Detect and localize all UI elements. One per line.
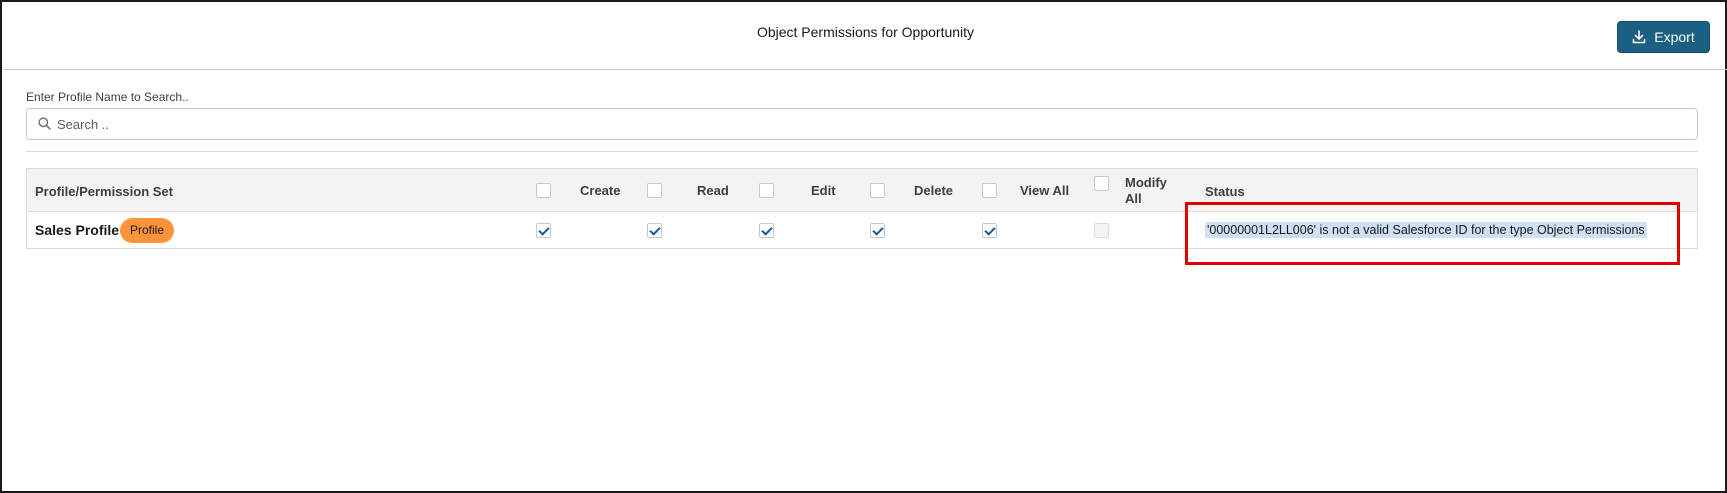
search-label: Enter Profile Name to Search.. bbox=[26, 90, 189, 104]
column-header-modify: Modify bbox=[1125, 175, 1167, 190]
select-all-create-checkbox[interactable] bbox=[536, 183, 551, 198]
column-header-read: Read bbox=[697, 183, 729, 198]
search-field[interactable] bbox=[26, 108, 1698, 140]
profile-type-badge: Profile bbox=[120, 218, 175, 243]
column-header-profile: Profile/Permission Set bbox=[35, 184, 173, 199]
page-title: Object Permissions for Opportunity bbox=[756, 24, 975, 40]
column-header-delete: Delete bbox=[914, 183, 954, 198]
select-all-edit-checkbox[interactable] bbox=[759, 183, 774, 198]
search-input[interactable] bbox=[57, 109, 1657, 139]
app-window: Object Permissions for Opportunity Expor… bbox=[0, 0, 1727, 493]
export-label: Export bbox=[1654, 29, 1695, 45]
annotation-highlight-box bbox=[1185, 202, 1680, 265]
delete-checkbox[interactable] bbox=[870, 223, 885, 238]
column-header-modify-all: All bbox=[1125, 191, 1142, 206]
select-all-delete-checkbox[interactable] bbox=[870, 183, 885, 198]
export-button[interactable]: Export bbox=[1617, 21, 1710, 53]
edit-checkbox[interactable] bbox=[759, 223, 774, 238]
select-all-modify-all-checkbox[interactable] bbox=[1094, 176, 1109, 191]
select-all-read-checkbox[interactable] bbox=[647, 183, 662, 198]
column-header-status: Status bbox=[1205, 184, 1245, 199]
modify-all-checkbox[interactable] bbox=[1094, 223, 1109, 238]
divider bbox=[26, 151, 1698, 152]
view-all-checkbox[interactable] bbox=[982, 223, 997, 238]
read-checkbox[interactable] bbox=[647, 223, 662, 238]
profile-name: Sales Profile bbox=[35, 222, 120, 238]
column-header-view-all: View All bbox=[1020, 183, 1070, 198]
select-all-view-all-checkbox[interactable] bbox=[982, 183, 997, 198]
page-header: Object Permissions for Opportunity Expor… bbox=[4, 4, 1727, 70]
column-header-create: Create bbox=[580, 183, 621, 198]
create-checkbox[interactable] bbox=[536, 223, 551, 238]
search-icon bbox=[38, 117, 51, 135]
column-header-edit: Edit bbox=[811, 183, 836, 198]
download-icon bbox=[1632, 30, 1646, 44]
